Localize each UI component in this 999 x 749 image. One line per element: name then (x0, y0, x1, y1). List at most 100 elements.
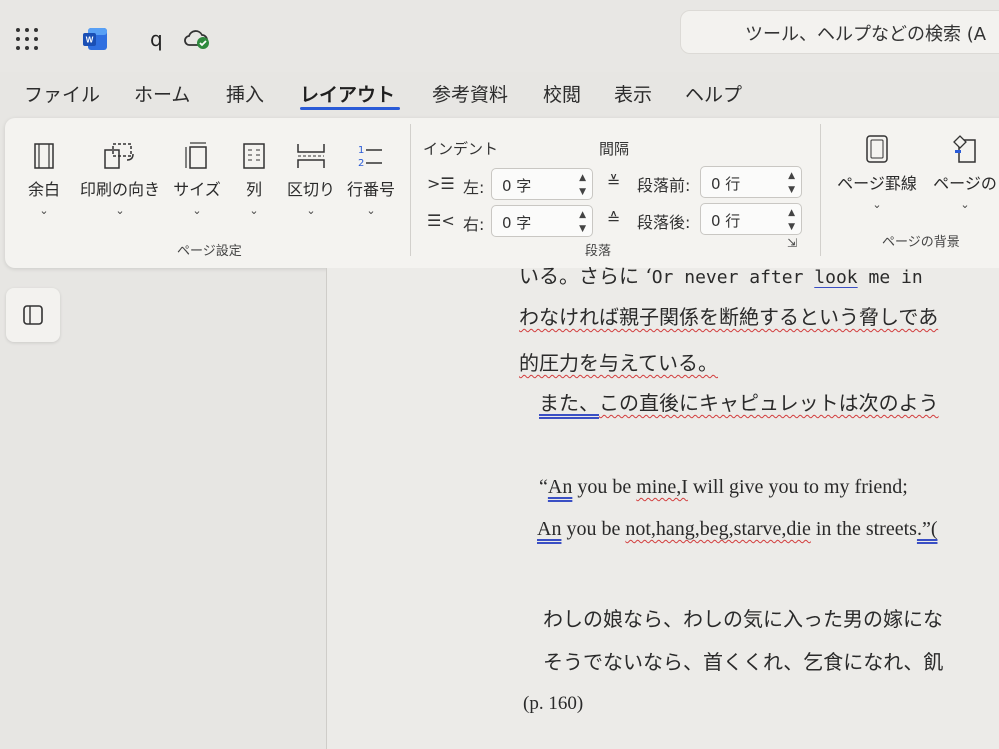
breaks-label: 区切り (286, 180, 335, 199)
stepper-down-icon[interactable]: ▼ (579, 224, 586, 234)
chevron-down-icon: ⌄ (39, 204, 49, 217)
document-name[interactable]: q (150, 27, 163, 51)
group-divider (820, 124, 821, 256)
space-after-label: 段落後: (637, 213, 691, 232)
doc-text: “ (539, 476, 548, 498)
stepper-down-icon[interactable]: ▼ (788, 222, 795, 232)
margins-label: 余白 (27, 180, 60, 199)
space-after-icon: ≙ (607, 209, 621, 228)
margins-icon (34, 143, 54, 169)
page-setup-group-label: ページ設定 (177, 244, 242, 259)
breaks-button[interactable]: 区切り ⌄ (281, 142, 341, 217)
indent-right-value: 0 字 (502, 214, 532, 232)
doc-text: not,hang,beg,starve,die (625, 518, 811, 540)
doc-line-4: また、この直後にキャピュレットは次のよう (539, 387, 939, 416)
search-placeholder: ツール、ヘルプなどの検索 (A (745, 24, 987, 45)
stepper-up-icon[interactable]: ▲ (788, 171, 795, 181)
app-launcher-icon[interactable] (16, 28, 38, 50)
quote-line-1: “An you be mine,I will give you to my fr… (539, 476, 908, 499)
orientation-icon (104, 143, 134, 169)
search-input[interactable]: ツール、ヘルプなどの検索 (A (680, 10, 999, 54)
space-after-stepper[interactable]: 0 行 ▲ ▼ (700, 203, 802, 235)
doc-text: また、 (539, 391, 599, 415)
indent-left-stepper[interactable]: 0 字 ▲ ▼ (491, 168, 593, 200)
chevron-down-icon: ⌄ (192, 204, 202, 217)
tab-home[interactable]: ホーム (134, 80, 190, 107)
active-tab-indicator (300, 107, 400, 110)
tab-help[interactable]: ヘルプ (685, 80, 742, 107)
space-after-row: ≙ 段落後: 0 行 ▲ ▼ (605, 203, 805, 235)
size-label: サイズ (173, 180, 221, 199)
stepper-up-icon[interactable]: ▲ (579, 173, 586, 183)
doc-text: An (537, 518, 562, 540)
doc-line-1: いる。さらに ‘Or never after look me in (519, 260, 923, 289)
chevron-down-icon: ⌄ (306, 204, 316, 217)
tab-file[interactable]: ファイル (24, 80, 100, 107)
doc-text: いる。さらに ‘ (519, 264, 652, 288)
line-numbers-label: 行番号 (346, 180, 395, 199)
chevron-down-icon: ⌄ (366, 204, 376, 217)
space-before-value: 0 行 (711, 175, 741, 193)
navigation-pane-button[interactable] (6, 288, 60, 342)
tab-references[interactable]: 参考資料 (432, 80, 508, 107)
orientation-button[interactable]: 印刷の向き ⌄ (75, 142, 165, 217)
indent-left-value: 0 字 (502, 177, 532, 195)
columns-label: 列 (245, 180, 262, 199)
stepper-up-icon[interactable]: ▲ (579, 210, 586, 220)
translation-line-2: そうでないなら、首くくれ、乞食になれ、飢 (543, 650, 944, 674)
size-icon (185, 142, 207, 169)
dialog-launcher-icon[interactable]: ⇲ (787, 236, 797, 250)
tab-insert[interactable]: 挿入 (226, 80, 264, 107)
doc-text: An (547, 476, 573, 498)
doc-text-underlined: look (814, 267, 858, 288)
margins-button[interactable]: 余白 ⌄ (21, 142, 67, 217)
doc-line-2: わなければ親子関係を断絶するという脅しであ (519, 305, 939, 329)
translation-line-1: わしの娘なら、わしの気に入った男の嫁にな (543, 607, 943, 631)
stepper-down-icon[interactable]: ▼ (579, 187, 586, 197)
stepper-up-icon[interactable]: ▲ (788, 208, 795, 218)
chevron-down-icon: ⌄ (960, 198, 970, 211)
page-color-button[interactable]: ページの ⌄ (925, 134, 999, 211)
indent-right-row: ☰< 右: 0 字 ▲ ▼ (425, 205, 595, 237)
page-color-label: ページの (933, 174, 997, 193)
space-before-label: 段落前: (637, 176, 691, 195)
svg-text:W: W (86, 36, 94, 45)
size-button[interactable]: サイズ ⌄ (169, 142, 225, 217)
doc-text: Or never after (651, 267, 815, 288)
doc-text: will give you to my friend; (687, 476, 908, 498)
title-bar: W q ツール、ヘルプなどの検索 (A (0, 0, 999, 72)
tab-view[interactable]: 表示 (614, 80, 652, 107)
doc-text: me in (857, 267, 923, 288)
tab-review[interactable]: 校閲 (543, 80, 581, 107)
space-before-icon: ≚ (607, 172, 621, 191)
svg-text:1: 1 (358, 145, 364, 156)
page-borders-button[interactable]: ページ罫線 ⌄ (831, 134, 923, 211)
columns-button[interactable]: 列 ⌄ (233, 142, 275, 217)
cloud-check-icon[interactable] (183, 27, 211, 51)
line-numbers-icon: 1 2 (358, 145, 382, 169)
line-numbers-button[interactable]: 1 2 行番号 ⌄ (341, 142, 401, 217)
page-color-icon (953, 135, 976, 163)
ribbon: 余白 ⌄ 印刷の向き ⌄ サイズ ⌄ 列 ⌄ 区切り ⌄ 1 2 行番号 ⌄ ペ… (5, 118, 999, 268)
doc-text: .”( (916, 518, 938, 540)
svg-text:2: 2 (358, 158, 364, 169)
chevron-down-icon: ⌄ (872, 198, 882, 211)
indent-right-stepper[interactable]: 0 字 ▲ ▼ (491, 205, 593, 237)
indent-right-label: 右: (463, 215, 485, 234)
doc-text: in the streets (810, 518, 917, 540)
indent-left-row: >☰ 左: 0 字 ▲ ▼ (425, 168, 595, 200)
tab-layout[interactable]: レイアウト (300, 80, 395, 107)
doc-text: この直後にキャピュレットは次のよう (599, 391, 939, 415)
page-background-group-label: ページの背景 (882, 235, 960, 250)
orientation-label: 印刷の向き (79, 180, 160, 199)
doc-text: you be (572, 476, 637, 498)
indent-right-icon: ☰< (427, 211, 455, 230)
space-before-stepper[interactable]: 0 行 ▲ ▼ (700, 166, 802, 198)
paragraph-group-label: 段落 (585, 244, 612, 259)
indent-left-label: 左: (463, 178, 485, 197)
menu-tabs: ファイル ホーム 挿入 レイアウト 参考資料 校閲 表示 ヘルプ (0, 74, 999, 114)
space-after-value: 0 行 (711, 212, 741, 230)
word-logo[interactable]: W (82, 26, 108, 52)
stepper-down-icon[interactable]: ▼ (788, 185, 795, 195)
document-page[interactable]: いる。さらに ‘Or never after look me in わなければ親… (327, 264, 999, 749)
